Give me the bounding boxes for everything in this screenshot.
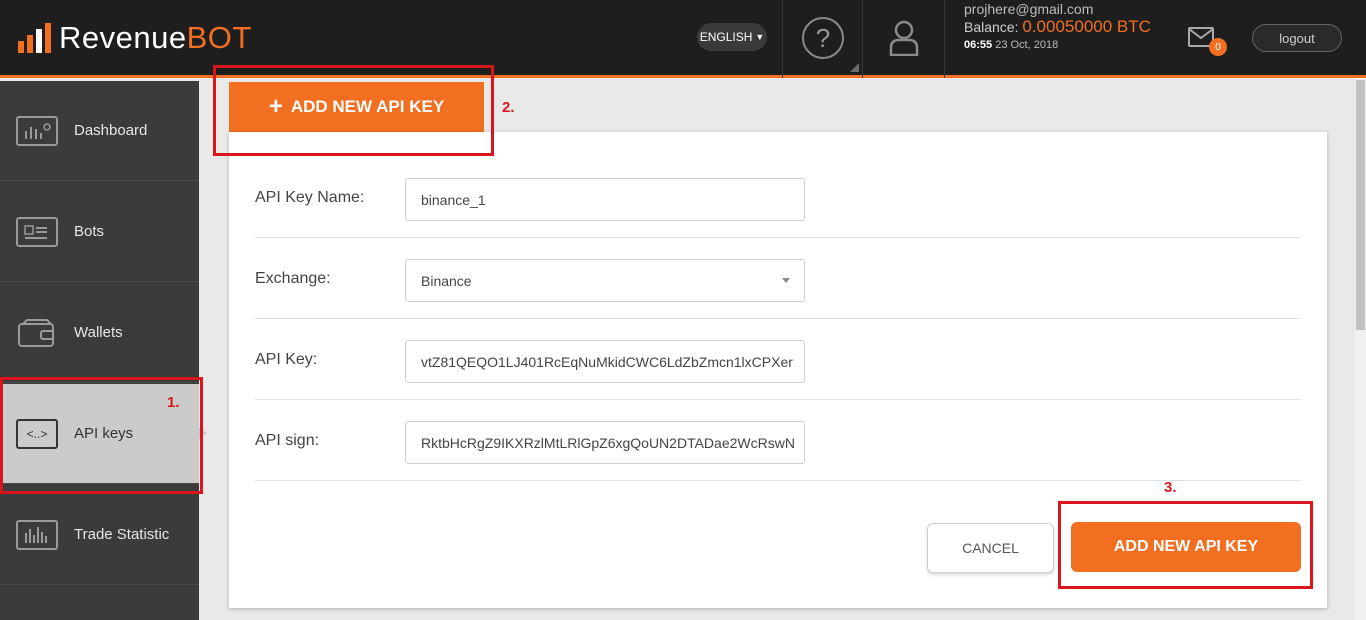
annotation-label-step3: 3.: [1164, 479, 1177, 496]
exchange-label: Exchange:: [255, 269, 331, 287]
sidebar-item-wallets[interactable]: Wallets: [0, 283, 199, 383]
form-row-api-key: API Key: vtZ81QEQO1LJ401RcEqNuMkidCWC6Ld…: [255, 319, 1301, 400]
sidebar-item-label: Bots: [74, 223, 105, 240]
language-selector[interactable]: ENGLISH ▼: [697, 23, 767, 51]
wallet-icon: [16, 318, 58, 348]
chevron-down-icon: ▼: [755, 32, 765, 42]
datetime: 06:55 23 Oct, 2018: [964, 36, 1151, 54]
divider: [782, 0, 783, 78]
sidebar-item-label: Trade Statistic: [74, 526, 170, 543]
divider: [944, 0, 945, 78]
help-icon[interactable]: ?: [802, 17, 844, 59]
cancel-button[interactable]: CANCEL: [927, 523, 1054, 573]
balance: Balance: 0.00050000 BTC: [964, 18, 1151, 36]
exchange-select[interactable]: Binance: [405, 259, 805, 302]
sidebar-item-label: Wallets: [74, 324, 123, 341]
sidebar: Dashboard Bots Wallets <..> API keys Tra…: [0, 81, 199, 620]
annotation-box-step3: [1058, 501, 1313, 589]
sidebar-item-dashboard[interactable]: Dashboard: [0, 81, 199, 181]
logo-text: RevenueBOT: [59, 20, 252, 55]
api-key-label: API Key:: [255, 350, 318, 368]
form-row-api-sign: API sign: RktbHcRgZ9IKXRzlMtLRlGpZ6xgQoU…: [255, 400, 1301, 481]
bar-chart-icon: [16, 519, 58, 550]
date: 23 Oct, 2018: [995, 39, 1059, 51]
logo[interactable]: RevenueBOT: [18, 18, 252, 58]
time: 06:55: [964, 39, 993, 51]
sidebar-item-trade-statistic[interactable]: Trade Statistic: [0, 485, 199, 585]
form-row-name: API Key Name: binance_1: [255, 157, 1301, 238]
chevron-down-icon: [782, 278, 790, 283]
user-info: projhere@gmail.com Balance: 0.00050000 B…: [964, 0, 1151, 54]
notification-badge[interactable]: 0: [1209, 38, 1227, 56]
api-key-name-input[interactable]: binance_1: [405, 178, 805, 221]
annotation-label-step1: 1.: [167, 394, 180, 411]
dashboard-icon: [16, 115, 58, 146]
api-key-name-label: API Key Name:: [255, 188, 365, 206]
user-profile-icon[interactable]: [889, 20, 919, 56]
balance-label: Balance:: [964, 19, 1019, 35]
top-bar: RevenueBOT ENGLISH ▼ ? projhere@gmail.co…: [0, 0, 1366, 78]
annotation-label-step2: 2.: [502, 99, 515, 116]
logout-button[interactable]: logout: [1252, 24, 1342, 52]
exchange-selected-value: Binance: [421, 272, 472, 289]
logo-bars-icon: [18, 23, 51, 53]
scrollbar-thumb[interactable]: [1356, 80, 1365, 330]
balance-value: 0.00050000 BTC: [1022, 17, 1151, 36]
sidebar-item-label: Dashboard: [74, 122, 148, 139]
user-email: projhere@gmail.com: [964, 1, 1094, 17]
corner-triangle-icon: [850, 63, 859, 72]
api-key-input[interactable]: vtZ81QEQO1LJ401RcEqNuMkidCWC6LdZbZmcn1lx…: [405, 340, 805, 383]
annotation-box-step2: [213, 65, 494, 156]
sidebar-item-bots[interactable]: Bots: [0, 182, 199, 282]
form-row-exchange: Exchange: Binance: [255, 238, 1301, 319]
bot-icon: [16, 216, 58, 247]
divider: [862, 0, 863, 78]
api-sign-input[interactable]: RktbHcRgZ9IKXRzlMtLRlGpZ6xgQoUN2DTADae2W…: [405, 421, 805, 464]
language-label: ENGLISH: [699, 30, 753, 44]
api-sign-label: API sign:: [255, 431, 320, 449]
